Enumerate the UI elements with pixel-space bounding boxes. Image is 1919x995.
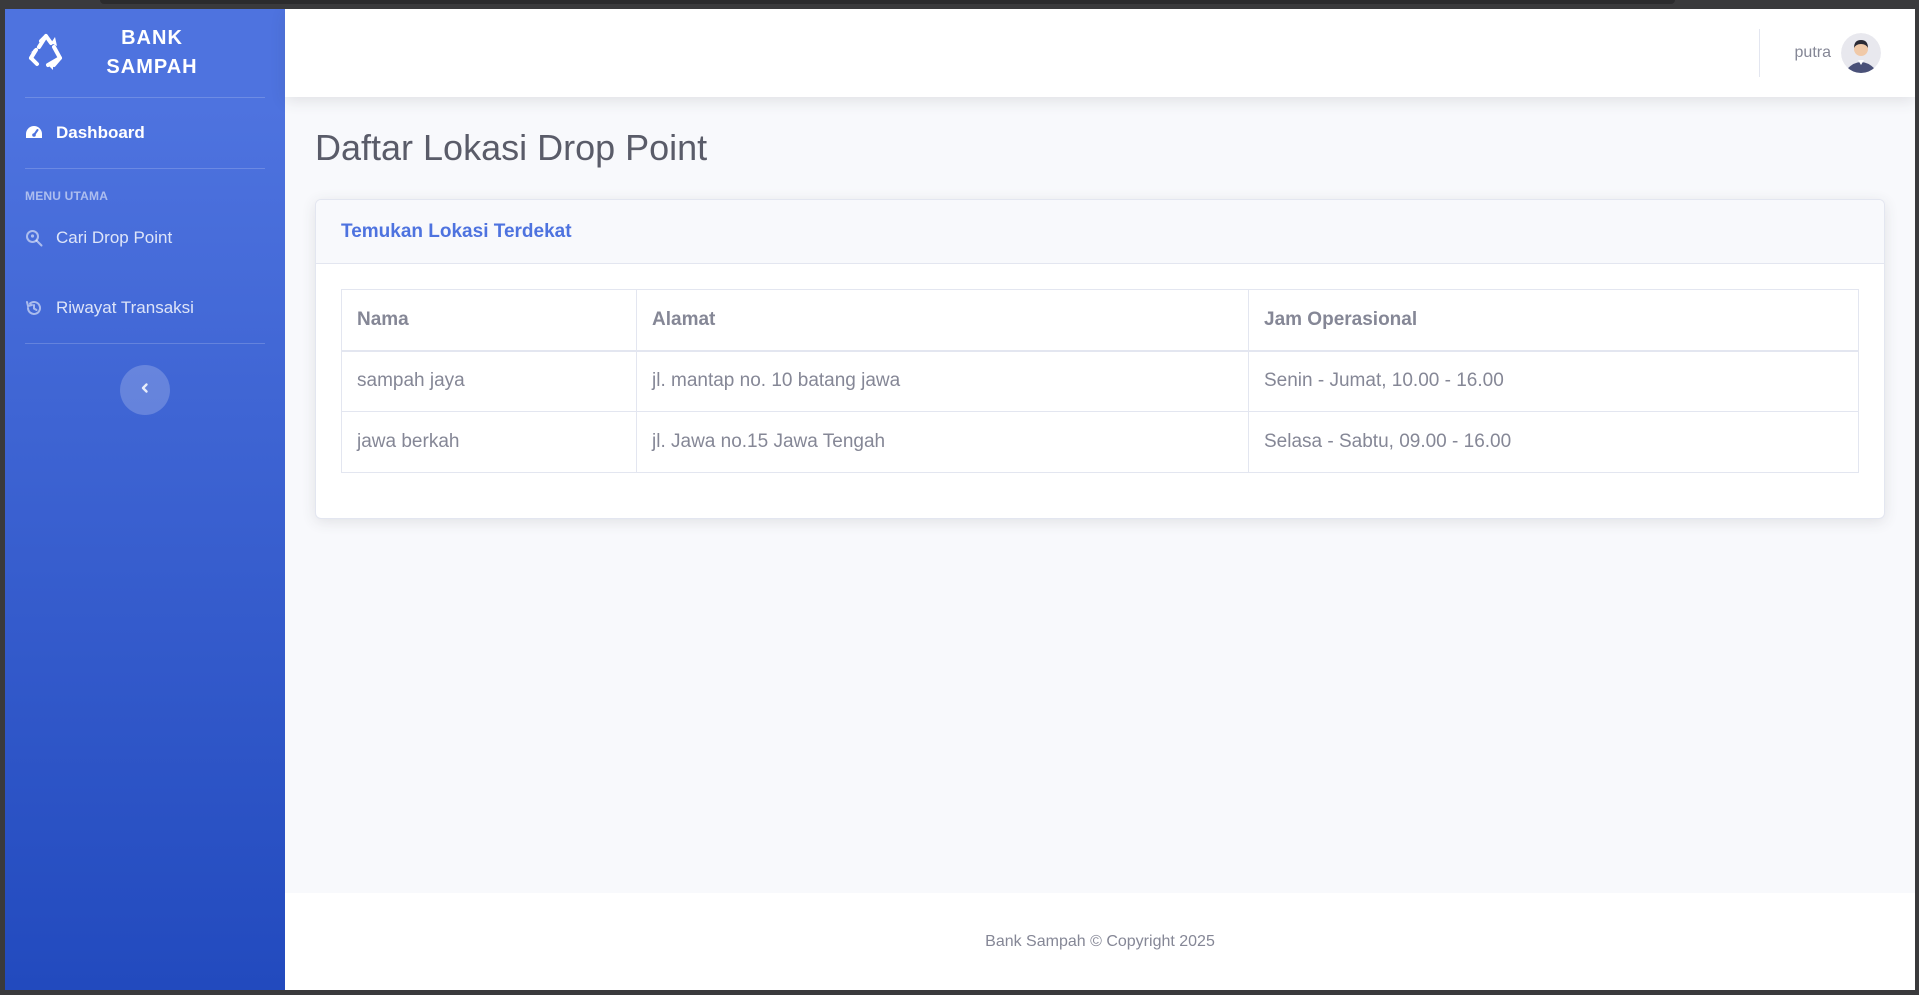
sidebar-heading: MENU UTAMA [25,189,109,203]
sidebar-item-label: Cari Drop Point [56,228,173,247]
browser-window: BANK SAMPAH Dashboard MENU UTAMA Cari Dr… [5,9,1915,990]
avatar [1841,33,1881,73]
sidebar-toggle-button[interactable] [120,365,170,415]
table-row: sampah jaya jl. mantap no. 10 batang jaw… [341,350,1859,412]
card-body: Nama Alamat Jam Operasional sampah jaya … [316,264,1884,518]
table-cell-alamat: jl. mantap no. 10 batang jawa [636,350,1249,412]
recycle-icon [25,32,67,74]
topbar: putra [285,9,1915,97]
sidebar-toggle-wrap [5,344,285,415]
table-cell-jam: Senin - Jumat, 10.00 - 16.00 [1248,350,1859,412]
table-row: jawa berkah jl. Jawa no.15 Jawa Tengah S… [341,411,1859,473]
table-header-jam-operasional: Jam Operasional [1248,289,1859,352]
search-location-icon [25,229,43,247]
sidebar: BANK SAMPAH Dashboard MENU UTAMA Cari Dr… [5,9,285,990]
drop-point-card: Temukan Lokasi Terdekat Nama Alamat Jam … [315,199,1885,519]
copyright-text: Bank Sampah © Copyright 2025 [985,932,1215,950]
brand-line-1: BANK [121,27,183,49]
footer: Bank Sampah © Copyright 2025 [285,893,1915,990]
table-header-alamat: Alamat [636,289,1249,352]
sidebar-item-label: Riwayat Transaksi [56,298,194,317]
table-cell-nama: sampah jaya [341,350,637,412]
table-cell-nama: jawa berkah [341,411,637,473]
sidebar-item-cari-drop-point[interactable]: Cari Drop Point [5,203,285,273]
table-header-nama: Nama [341,289,637,352]
card-title: Temukan Lokasi Terdekat [316,200,1884,264]
user-dropdown[interactable]: putra [1795,33,1881,73]
sidebar-item-dashboard[interactable]: Dashboard [5,98,285,168]
page-title: Daftar Lokasi Drop Point [315,127,708,168]
drop-point-table: Nama Alamat Jam Operasional sampah jaya … [341,289,1859,473]
brand-name: BANK SAMPAH [77,24,227,82]
sidebar-item-riwayat-transaksi[interactable]: Riwayat Transaksi [5,273,285,343]
main-content: Daftar Lokasi Drop Point Temukan Lokasi … [285,97,1915,893]
history-icon [25,299,43,317]
tachometer-icon [25,124,43,142]
brand-line-2: SAMPAH [106,56,198,78]
chevron-left-icon [139,381,151,399]
table-header-row: Nama Alamat Jam Operasional [341,289,1859,352]
table-cell-jam: Selasa - Sabtu, 09.00 - 16.00 [1248,411,1859,473]
sidebar-brand[interactable]: BANK SAMPAH [5,9,285,97]
sidebar-item-label: Dashboard [56,123,145,142]
topbar-divider [1758,29,1760,77]
content-wrapper: putra Daftar Lokasi Drop Point Temukan L… [285,9,1915,990]
user-name: putra [1794,44,1831,61]
table-cell-alamat: jl. Jawa no.15 Jawa Tengah [636,411,1249,473]
window-top-edge [100,0,1675,4]
